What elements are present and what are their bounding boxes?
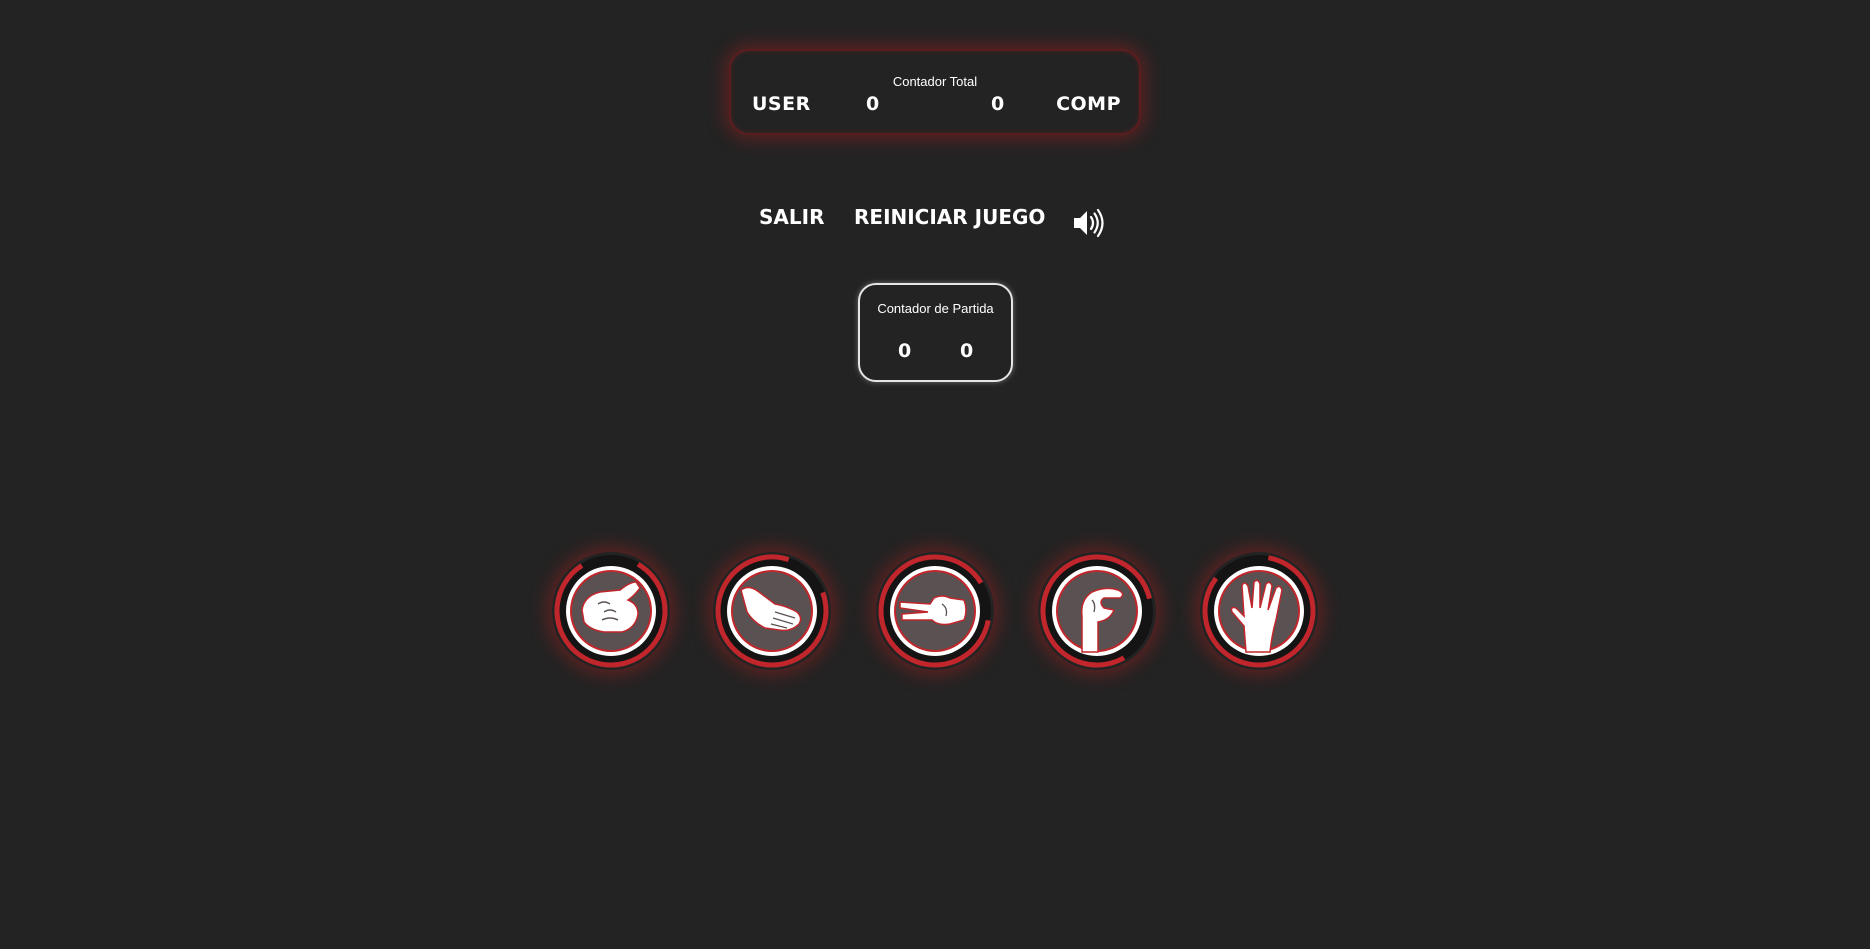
match-counter-title: Contador de Partida bbox=[877, 301, 994, 316]
total-counter: Contador Total USER 0 0 COMP bbox=[729, 49, 1141, 135]
spock-choice-button[interactable] bbox=[1200, 552, 1318, 670]
rock-choice-button[interactable] bbox=[552, 552, 670, 670]
lizard-choice-button[interactable] bbox=[1038, 552, 1156, 670]
vulcan-salute-hand-icon bbox=[1202, 554, 1316, 668]
scissors-choice-button[interactable] bbox=[876, 552, 994, 670]
exit-button[interactable]: SALIR bbox=[759, 205, 824, 229]
scissors-hand-icon bbox=[878, 554, 992, 668]
speaker-volume-icon bbox=[1074, 208, 1104, 238]
paper-choice-button[interactable] bbox=[713, 552, 831, 670]
game-controls: SALIR REINICIAR JUEGO bbox=[0, 205, 1870, 238]
comp-match-score: 0 bbox=[960, 340, 974, 362]
sound-toggle-button[interactable] bbox=[1072, 208, 1108, 238]
open-hand-icon bbox=[715, 554, 829, 668]
user-total-score: 0 bbox=[866, 93, 880, 115]
lizard-hand-icon bbox=[1040, 554, 1154, 668]
game-screen: Contador Total USER 0 0 COMP SALIR REINI… bbox=[0, 0, 1870, 949]
match-counter: Contador de Partida 0 0 bbox=[858, 283, 1013, 382]
total-counter-title: Contador Total bbox=[892, 74, 978, 89]
fist-hand-icon bbox=[554, 554, 668, 668]
comp-label: COMP bbox=[1056, 93, 1121, 115]
comp-total-score: 0 bbox=[991, 93, 1005, 115]
user-match-score: 0 bbox=[898, 340, 912, 362]
restart-game-button[interactable]: REINICIAR JUEGO bbox=[854, 205, 1045, 229]
user-label: USER bbox=[752, 93, 811, 115]
